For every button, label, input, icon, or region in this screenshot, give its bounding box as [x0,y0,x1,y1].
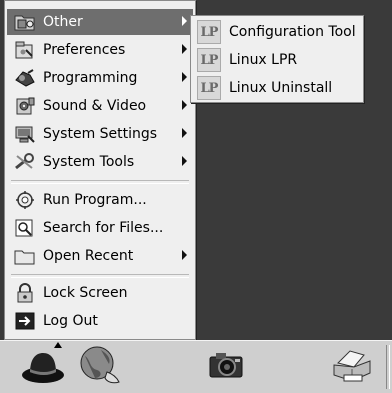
search-files-icon [13,217,37,239]
submenu-item-label: Linux Uninstall [229,80,333,96]
lprng-icon: LP [197,20,221,44]
menu-item-label: System Tools [43,154,135,170]
menu-item-label: Preferences [43,42,126,58]
other-folder-icon [13,11,37,33]
run-program-icon [13,189,37,211]
system-settings-icon [13,123,37,145]
menu-item-label: Open Recent [43,248,134,264]
web-browser-launcher[interactable] [76,345,124,389]
programming-icon [13,67,37,89]
menu-item-label: Lock Screen [43,285,128,301]
menu-item-label: Sound & Video [43,98,147,114]
system-tools-icon [13,151,37,173]
menu-item-label: Search for Files... [43,220,164,236]
submenu-item-configuration-tool[interactable]: LP Configuration Tool [193,18,361,46]
menu-item-run-program[interactable]: Run Program... [7,187,193,213]
menu-item-open-recent[interactable]: Open Recent [7,243,193,269]
menu-item-system-tools[interactable]: System Tools [7,149,193,175]
lprng-icon: LP [197,76,221,100]
submenu-arrow-icon [182,100,187,110]
main-menu: Other Preferences Programming Sound & Vi… [4,0,196,340]
menu-item-lock-screen[interactable]: Lock Screen [7,280,193,306]
submenu-item-label: Configuration Tool [229,24,356,40]
menu-item-sound-video[interactable]: Sound & Video [7,93,193,119]
menu-item-label: System Settings [43,126,158,142]
bottom-panel [0,340,392,393]
sound-video-icon [13,95,37,117]
menu-item-other[interactable]: Other [7,9,193,35]
menu-item-programming[interactable]: Programming [7,65,193,91]
submenu-item-label: Linux LPR [229,52,298,68]
submenu-arrow-icon [182,128,187,138]
camera-icon [208,350,244,384]
printer-launcher[interactable] [330,345,374,389]
submenu-other: LP Configuration Tool LP Linux LPR LP Li… [190,15,364,103]
redhat-hat-icon [21,345,65,389]
submenu-arrow-icon [182,16,187,26]
logout-icon [13,310,37,332]
menu-item-system-settings[interactable]: System Settings [7,121,193,147]
camera-launcher[interactable] [206,345,246,389]
panel-separator [386,345,390,389]
lprng-icon: LP [197,48,221,72]
menu-separator [11,274,189,278]
preferences-icon [13,39,37,61]
menu-item-label: Other [43,14,83,30]
submenu-arrow-icon [182,250,187,260]
submenu-arrow-icon [182,44,187,54]
menu-item-label: Run Program... [43,192,147,208]
menu-item-preferences[interactable]: Preferences [7,37,193,63]
menu-item-log-out[interactable]: Log Out [7,308,193,334]
submenu-arrow-icon [182,156,187,166]
lock-icon [13,282,37,304]
submenu-item-linux-lpr[interactable]: LP Linux LPR [193,46,361,74]
menu-item-search-files[interactable]: Search for Files... [7,215,193,241]
submenu-arrow-icon [182,72,187,82]
submenu-item-linux-uninstall[interactable]: LP Linux Uninstall [193,74,361,102]
menu-separator [11,180,189,184]
web-browser-globe-icon [77,344,123,390]
main-menu-button[interactable] [20,345,66,389]
menu-item-label: Log Out [43,313,98,329]
printer-icon [330,345,374,389]
menu-item-label: Programming [43,70,138,86]
open-recent-folder-icon [13,245,37,267]
